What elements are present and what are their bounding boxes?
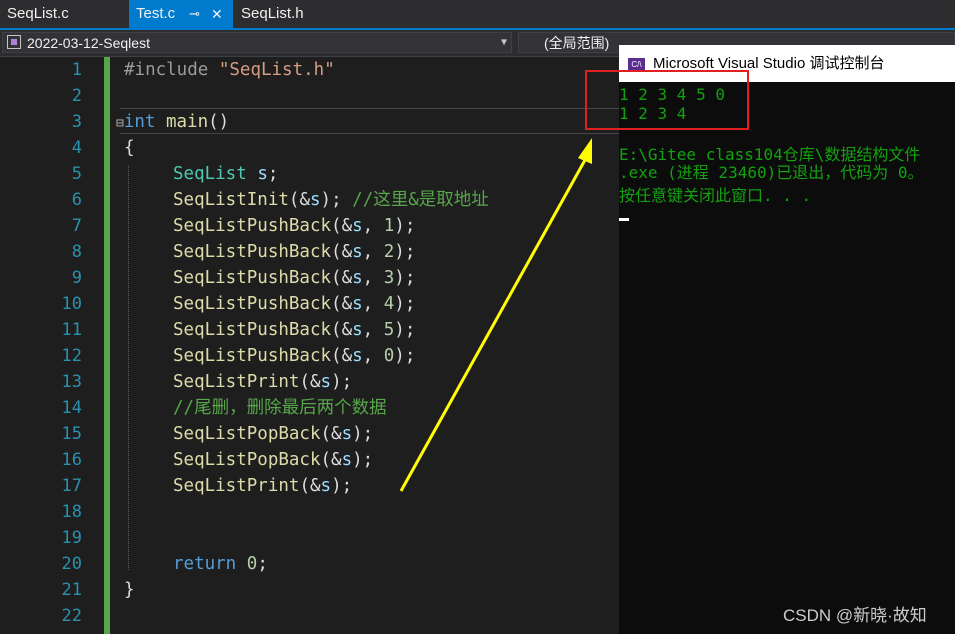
annotation-arrow-icon: [399, 138, 592, 492]
